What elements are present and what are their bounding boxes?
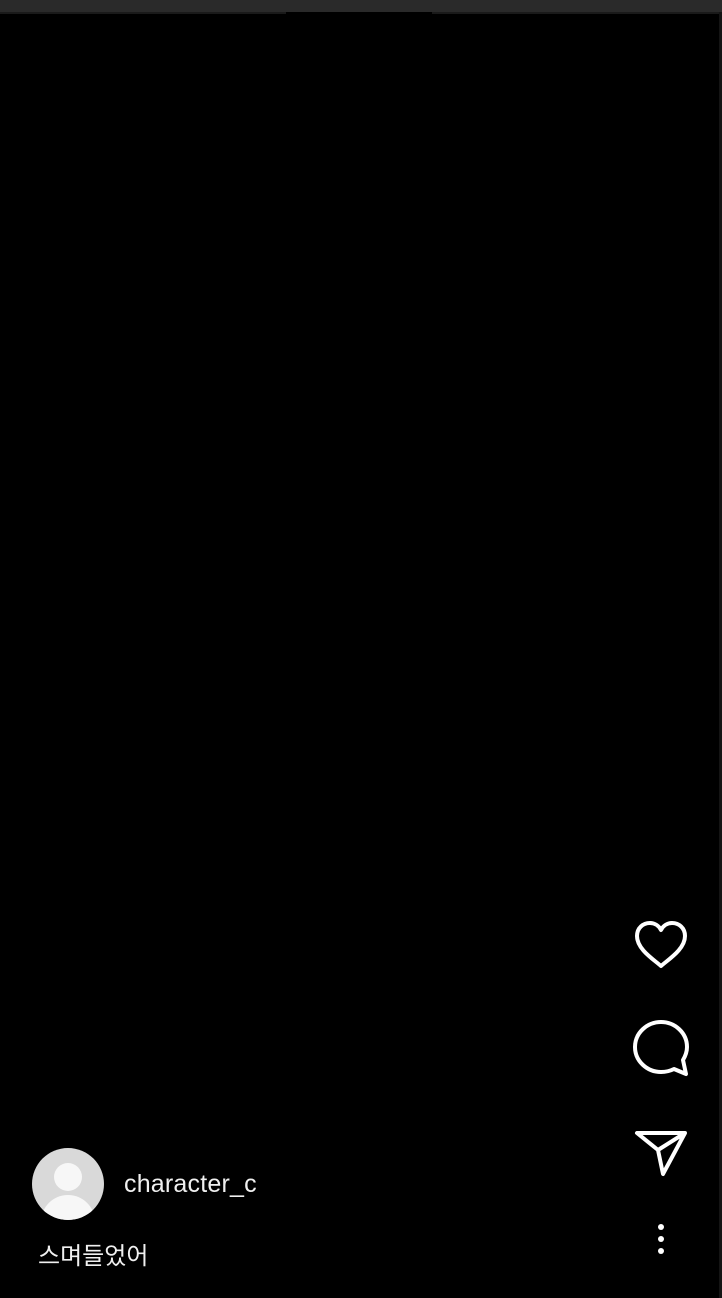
avatar-head: [54, 1163, 82, 1191]
post-caption: 스며들었어: [38, 1242, 149, 1270]
share-button[interactable]: [630, 1122, 692, 1184]
post-author[interactable]: character_c: [32, 1148, 257, 1220]
more-options-button[interactable]: [630, 1209, 692, 1269]
default-avatar-icon[interactable]: [32, 1148, 104, 1220]
heart-icon: [635, 921, 687, 968]
comment-bubble-icon: [633, 1020, 689, 1076]
comment-button[interactable]: [630, 1017, 692, 1079]
avatar-shoulders: [41, 1195, 95, 1220]
status-bar-edge: [432, 12, 722, 14]
paper-plane-icon: [635, 1131, 687, 1176]
status-bar: [0, 0, 722, 12]
vertical-ellipsis-icon: [658, 1224, 664, 1254]
author-username[interactable]: character_c: [124, 1170, 257, 1199]
reel-screen: character_c 스며들었어: [0, 0, 722, 1298]
status-bar-edge: [0, 12, 286, 14]
like-button[interactable]: [630, 914, 692, 976]
